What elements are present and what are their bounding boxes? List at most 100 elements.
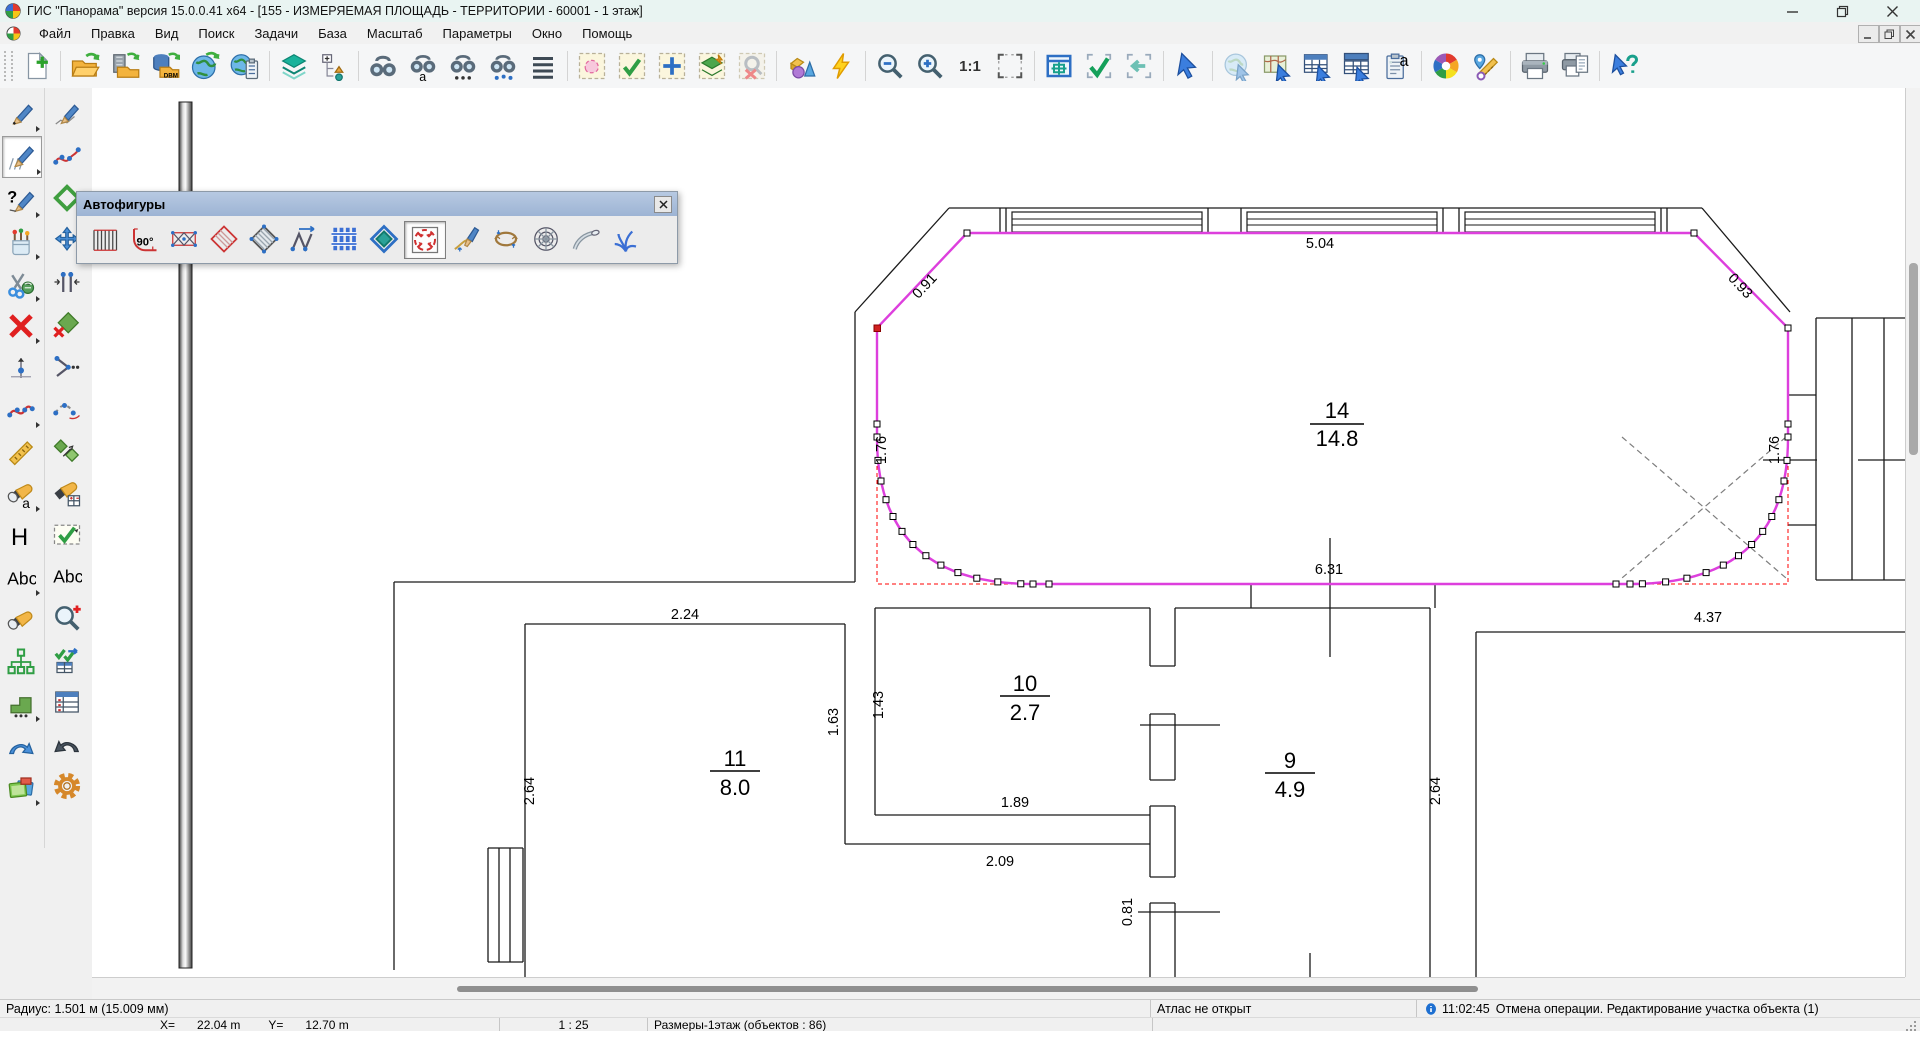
tool-pencil-button[interactable] [2,94,40,134]
mdi-minimize-button[interactable] [1858,25,1879,43]
toolbar-help-cursor-button[interactable] [1604,47,1644,85]
dropdown-arrow-icon[interactable] [36,716,40,722]
dropdown-arrow-icon[interactable] [36,800,40,806]
tool-diamond-delete-button[interactable] [48,304,86,344]
toolbar-print-button[interactable] [1515,47,1555,85]
vertex-handle[interactable] [938,562,944,568]
vertical-scrollbar[interactable] [1905,88,1920,977]
vertex-handle[interactable] [1613,581,1619,587]
toolbar-shapes-3d-button[interactable] [781,47,821,85]
toolbar-map-select-button[interactable] [1257,47,1297,85]
autoshape-diamond-dots-button[interactable] [244,221,284,257]
toolbar-pan-frame-button[interactable] [1039,47,1079,85]
tool-images-button[interactable] [2,768,40,808]
toolbar-select-add-button[interactable] [652,47,692,85]
autoshape-diamond-nested-button[interactable] [364,221,404,257]
vertex-handle[interactable] [883,497,889,503]
toolbar-print-preview-button[interactable] [1555,47,1595,85]
toolbar-open-database-button[interactable]: DBM [145,47,185,85]
tool-delete-cross-button[interactable] [2,306,40,346]
vertex-handle[interactable] [1781,478,1787,484]
autoshape-ellipse-arrows-button[interactable] [486,221,526,257]
toolbar-new-document-button[interactable] [16,47,56,85]
vertex-handle[interactable] [1769,514,1775,520]
map-scale[interactable]: 1 : 25 [500,1018,648,1031]
vertex-handle[interactable] [964,230,970,236]
autoshape-zigzag-arrow-button[interactable] [284,221,324,257]
dropdown-arrow-icon[interactable] [36,422,40,428]
close-button[interactable] [1872,0,1912,22]
toolbar-open-server-button[interactable] [105,47,145,85]
menu-4[interactable]: Задачи [244,24,308,43]
vertical-scrollbar-thumb[interactable] [1909,263,1918,455]
tool-table-list-button[interactable] [48,682,86,722]
vertex-handle[interactable] [995,579,1001,585]
vertex-handle[interactable] [923,553,929,559]
tool-parallel-lines-button[interactable] [48,262,86,302]
menu-3[interactable]: Поиск [188,24,244,43]
toolbar-select-area-button[interactable] [572,47,612,85]
dropdown-arrow-icon[interactable] [36,126,40,132]
toolbar-globe-select-button[interactable] [1217,47,1257,85]
vertex-handle[interactable] [1749,542,1755,548]
toolbar-table-select-button[interactable] [1297,47,1337,85]
autoshape-radial-grid-button[interactable] [526,221,566,257]
tool-text-abc2-button[interactable]: Abc [48,556,86,596]
vertex-handle[interactable] [1018,581,1024,587]
tool-ruler-button[interactable] [2,432,40,472]
mdi-restore-button[interactable] [1879,25,1900,43]
menu-5[interactable]: База [308,24,357,43]
toolbar-table-select-2-button[interactable] [1337,47,1377,85]
tool-area-part-button[interactable] [2,684,40,724]
tool-gear-button[interactable] [48,766,86,806]
vertex-handle[interactable] [1703,570,1709,576]
tool-pencil-hatch-button[interactable] [2,136,42,178]
toolbar-select-clear-button[interactable] [732,47,772,85]
dropdown-arrow-icon[interactable] [36,590,40,596]
toolbar-cursor-button[interactable] [1168,47,1208,85]
autoshape-fence-grid-button[interactable] [324,221,364,257]
tool-pencil-check-button[interactable] [48,94,86,134]
menu-7[interactable]: Параметры [433,24,522,43]
vertex-handle[interactable] [1684,575,1690,581]
toolbar-drag-handle[interactable] [4,51,13,81]
toolbar-legend-tree-button[interactable] [314,47,354,85]
dropdown-arrow-icon[interactable] [37,169,41,175]
toolbar-lightning-button[interactable] [821,47,861,85]
horizontal-scrollbar[interactable] [92,977,1905,1000]
autoshape-diamond-hatch-button[interactable] [204,221,244,257]
tool-checks-table-button[interactable] [48,640,86,680]
tool-spline-edit-button[interactable] [2,390,40,430]
toolbar-measure-ruler-button[interactable] [1466,47,1506,85]
dropdown-arrow-icon[interactable] [36,296,40,302]
tool-curve-dashed-button[interactable] [48,388,86,428]
vertex-handle[interactable] [1046,581,1052,587]
toolbar-find-button[interactable] [363,47,403,85]
vertex-handle[interactable] [1784,457,1790,463]
toolbar-open-project-button[interactable] [225,47,265,85]
vertex-handle[interactable] [974,575,980,581]
vertex-handle[interactable] [1627,581,1633,587]
autoshape-net-cross-button[interactable] [164,221,204,257]
close-icon[interactable] [654,196,672,213]
resize-grip[interactable] [1904,1019,1918,1030]
tool-copy-diamonds-button[interactable] [48,430,86,470]
vertex-handle[interactable] [1785,421,1791,427]
vertex-handle[interactable] [955,570,961,576]
tool-tree-scheme-button[interactable] [2,642,40,682]
tool-text-abc-button[interactable]: Abc [2,558,40,598]
toolbar-open-map-button[interactable] [65,47,105,85]
vertex-handle[interactable] [1720,562,1726,568]
active-vertex-handle[interactable] [874,325,881,332]
toolbar-layers-button[interactable] [274,47,314,85]
horizontal-scrollbar-thumb[interactable] [457,986,1478,992]
menu-0[interactable]: Файл [29,24,81,43]
tool-pencil-question-button[interactable]: ? [2,180,40,220]
vertex-handle[interactable] [878,478,884,484]
vertex-handle[interactable] [1639,581,1645,587]
menu-2[interactable]: Вид [145,24,189,43]
vertex-handle[interactable] [1776,497,1782,503]
autoshape-angle-90-button[interactable]: 90° [124,221,164,257]
vertex-handle[interactable] [1736,553,1742,559]
vertex-handle[interactable] [1785,325,1791,331]
